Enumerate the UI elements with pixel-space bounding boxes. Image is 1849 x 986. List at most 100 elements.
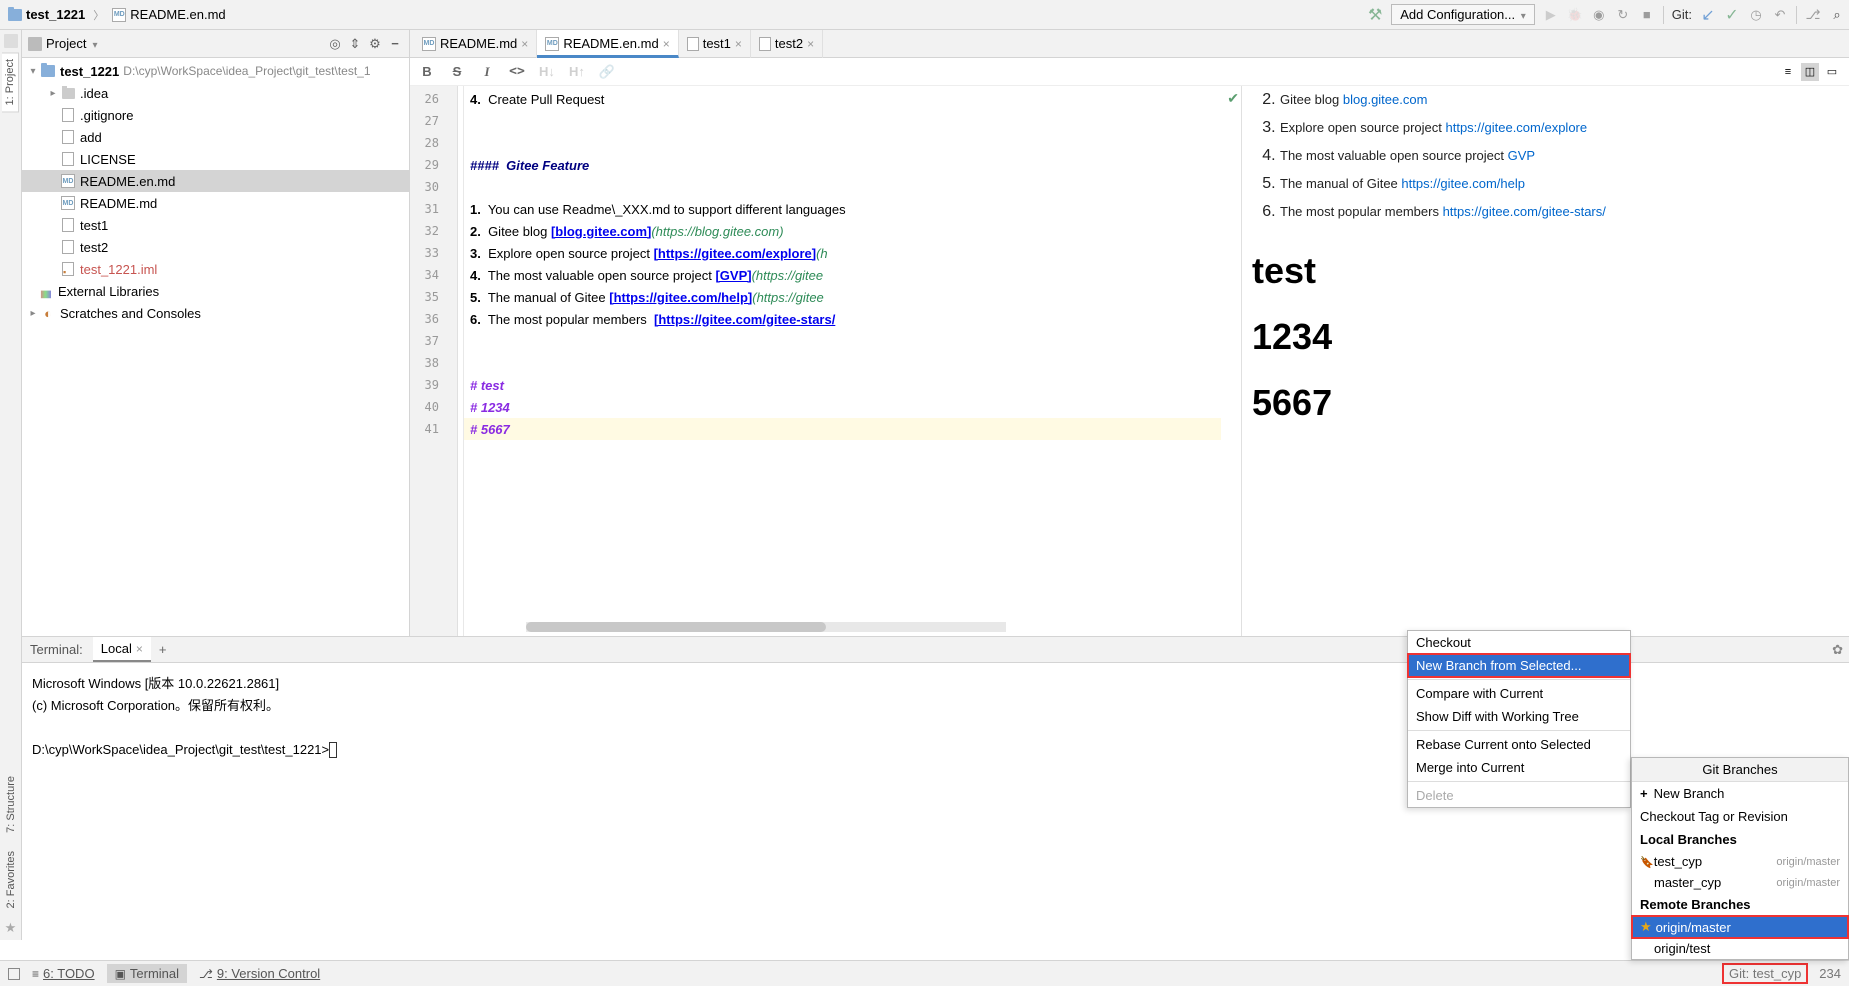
close-icon[interactable]: × [521, 37, 528, 51]
gear-icon[interactable]: ✿ [1832, 642, 1843, 658]
ctx-merge[interactable]: Merge into Current [1408, 756, 1630, 779]
header-up-button[interactable]: H↑ [568, 64, 586, 79]
preview-only-icon[interactable]: ▭ [1823, 63, 1841, 81]
markdown-icon: MD [61, 196, 75, 210]
horizontal-scrollbar[interactable] [526, 622, 1006, 632]
tree-item-readme-en[interactable]: MD README.en.md [22, 170, 409, 192]
tree-external-libs[interactable]: External Libraries [22, 280, 409, 302]
tree-root[interactable]: ▾ test_1221 D:\cyp\WorkSpace\idea_Projec… [22, 60, 409, 82]
bold-button[interactable]: B [418, 64, 436, 79]
header-down-button[interactable]: H↓ [538, 64, 556, 79]
run-config-selector[interactable]: Add Configuration... [1391, 4, 1535, 25]
branch-master-cyp[interactable]: master_cyporigin/master [1632, 872, 1848, 893]
italic-button[interactable]: I [478, 64, 496, 80]
link-button[interactable]: 🔗 [598, 64, 616, 80]
preview-link[interactable]: https://gitee.com/gitee-stars/ [1443, 204, 1606, 219]
coverage-button[interactable] [1591, 7, 1607, 23]
preview-item: The manual of Gitee https://gitee.com/he… [1280, 170, 1839, 198]
terminal-cursor [329, 742, 337, 758]
inspection-ok-icon[interactable]: ✔ [1227, 90, 1239, 107]
ctx-new-branch[interactable]: New Branch from Selected... [1408, 654, 1630, 677]
history-icon[interactable] [1748, 7, 1764, 23]
git-pull-icon[interactable] [1700, 7, 1716, 23]
search-icon[interactable] [1829, 7, 1845, 23]
close-icon[interactable]: × [735, 37, 742, 51]
split-view-icon[interactable]: ◫ [1801, 63, 1819, 81]
tree-item-add[interactable]: add [22, 126, 409, 148]
branches-checkout-tag[interactable]: Checkout Tag or Revision [1632, 805, 1848, 828]
preview-link[interactable]: https://gitee.com/explore [1445, 120, 1587, 135]
file-icon [62, 130, 74, 144]
tab-readme-en-md[interactable]: MDREADME.en.md× [537, 30, 678, 58]
tab-test2[interactable]: test2× [751, 30, 823, 58]
hide-icon[interactable] [387, 36, 403, 52]
ctx-rebase[interactable]: Rebase Current onto Selected [1408, 733, 1630, 756]
tree-item-readme[interactable]: MD README.md [22, 192, 409, 214]
add-terminal-button[interactable]: + [153, 640, 173, 659]
tree-scratches[interactable]: ▸ Scratches and Consoles [22, 302, 409, 324]
tree-item-gitignore[interactable]: .gitignore [22, 104, 409, 126]
status-terminal[interactable]: ▣ Terminal [107, 964, 187, 983]
tool-window-icon[interactable] [8, 968, 20, 980]
stop-button[interactable] [1639, 7, 1655, 23]
gear-icon[interactable] [367, 36, 383, 52]
chevron-down-icon[interactable]: ▾ [26, 66, 40, 77]
chevron-right-icon[interactable]: ▸ [46, 88, 60, 99]
breadcrumb-file[interactable]: MD README.en.md [108, 5, 229, 24]
sidebar-tab-structure[interactable]: 7: Structure [3, 770, 19, 839]
terminal-label: Terminal: [30, 642, 83, 657]
branch-test-cyp[interactable]: test_cyporigin/master [1632, 851, 1848, 872]
tree-item-test1[interactable]: test1 [22, 214, 409, 236]
ctx-compare[interactable]: Compare with Current [1408, 682, 1630, 705]
breadcrumb: test_1221 〉 MD README.en.md [4, 5, 230, 24]
git-label: Git: [1672, 7, 1692, 22]
sidebar-tab-favorites[interactable]: 2: Favorites [3, 845, 19, 914]
branches-new[interactable]: + New Branch [1632, 782, 1848, 805]
profile-button[interactable] [1615, 7, 1631, 23]
branch-icon[interactable] [1805, 7, 1821, 23]
project-panel-title[interactable]: Project [28, 36, 98, 51]
rollback-icon[interactable] [1772, 7, 1788, 23]
tree-item-iml[interactable]: test_1221.iml [22, 258, 409, 280]
chevron-right-icon[interactable]: ▸ [26, 308, 40, 319]
close-icon[interactable]: × [807, 37, 814, 51]
chevron-down-icon [90, 36, 97, 51]
close-icon[interactable]: × [136, 642, 143, 656]
branch-origin-master[interactable]: origin/master [1632, 916, 1848, 938]
markdown-icon: MD [422, 37, 436, 51]
file-icon [62, 108, 74, 122]
sidebar-tab-project[interactable]: 1: Project [2, 52, 19, 112]
select-opened-icon[interactable] [327, 36, 343, 52]
git-commit-icon[interactable] [1724, 7, 1740, 23]
close-icon[interactable]: × [663, 37, 670, 51]
expand-all-icon[interactable] [347, 36, 363, 52]
code-editor[interactable]: 4. Create Pull Request #### Gitee Featur… [464, 86, 1221, 636]
editor-only-icon[interactable]: ≡ [1779, 63, 1797, 81]
preview-link[interactable]: GVP [1508, 148, 1535, 163]
breadcrumb-project[interactable]: test_1221 [4, 5, 89, 24]
code-button[interactable]: <> [508, 64, 526, 79]
preview-link[interactable]: https://gitee.com/help [1401, 176, 1525, 191]
debug-button[interactable] [1567, 7, 1583, 23]
separator [1663, 6, 1664, 24]
branch-origin-test[interactable]: origin/test [1632, 938, 1848, 959]
status-todo[interactable]: ≡ 6: TODO [24, 964, 103, 983]
markdown-icon: MD [112, 8, 126, 22]
strike-button[interactable]: S [448, 64, 466, 79]
build-icon[interactable] [1367, 7, 1383, 23]
run-button[interactable] [1543, 7, 1559, 23]
ctx-show-diff[interactable]: Show Diff with Working Tree [1408, 705, 1630, 728]
tree-item-test2[interactable]: test2 [22, 236, 409, 258]
tree-item-idea[interactable]: ▸ .idea [22, 82, 409, 104]
tab-readme-md[interactable]: MDREADME.md× [414, 30, 537, 58]
ctx-checkout[interactable]: Checkout [1408, 631, 1630, 654]
folder-icon [41, 65, 55, 77]
preview-link[interactable]: blog.gitee.com [1343, 92, 1428, 107]
tab-test1[interactable]: test1× [679, 30, 751, 58]
ctx-delete[interactable]: Delete [1408, 784, 1630, 807]
status-version-control[interactable]: ⎇ 9: Version Control [191, 964, 328, 983]
terminal-tab-local[interactable]: Local × [93, 637, 151, 662]
tree-item-license[interactable]: LICENSE [22, 148, 409, 170]
tool-icon[interactable] [4, 34, 18, 48]
status-git-branch[interactable]: Git: test_cyp [1723, 964, 1807, 983]
